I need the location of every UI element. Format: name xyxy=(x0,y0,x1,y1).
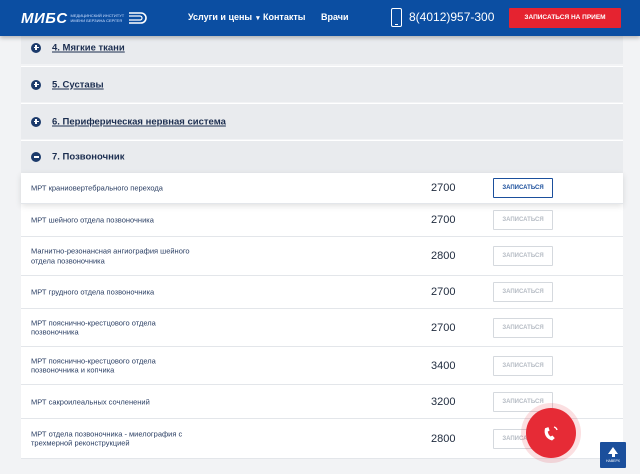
plus-circle-icon xyxy=(31,116,41,127)
service-price: 2700 xyxy=(431,182,456,194)
table-row: МРТ краниовертебрального перехода 2700 З… xyxy=(21,173,623,204)
service-name: МРТ пояснично-крестцового отдела позвоно… xyxy=(31,318,156,337)
service-price: 2700 xyxy=(431,214,456,226)
nav-contacts[interactable]: Контакты xyxy=(263,12,305,22)
logo-mark-icon xyxy=(129,12,147,24)
plus-circle-icon xyxy=(31,79,41,90)
service-name: МРТ шейного отдела позвоночника xyxy=(31,215,154,225)
chevron-down-icon: ▾ xyxy=(256,15,260,22)
service-price: 2800 xyxy=(431,250,456,262)
logo[interactable]: МИБС МЕДИЦИНСКИЙ ИНСТИТУТ имени БЕРЗИНА … xyxy=(21,7,149,29)
service-name: МРТ пояснично-крестцового отдела позвоно… xyxy=(31,356,156,375)
scroll-top-button[interactable]: НАВЕРХ xyxy=(600,442,626,468)
minus-circle-icon xyxy=(31,152,41,162)
table-row: МРТ пояснично-крестцового отдела позвоно… xyxy=(21,309,623,347)
callback-button[interactable] xyxy=(526,408,576,458)
phone-number[interactable]: 8(4012)957-300 xyxy=(409,10,494,24)
site-header: МИБС МЕДИЦИНСКИЙ ИНСТИТУТ имени БЕРЗИНА … xyxy=(0,0,640,36)
logo-subtitle: МЕДИЦИНСКИЙ ИНСТИТУТ имени БЕРЗИНА СЕРГЕ… xyxy=(70,13,125,23)
table-row: МРТ сакроилеальных сочленений 3200 ЗАПИС… xyxy=(21,385,623,419)
table-row: МРТ грудного отдела позвоночника 2700 ЗА… xyxy=(21,276,623,309)
scroll-top-label: НАВЕРХ xyxy=(605,459,621,463)
service-price: 2700 xyxy=(431,286,456,298)
accordion-joints[interactable]: 5. Суставы xyxy=(21,66,623,102)
book-button[interactable]: ЗАПИСАТЬСЯ xyxy=(493,178,553,198)
phone-icon xyxy=(391,8,402,27)
service-name: МРТ краниовертебрального перехода xyxy=(31,183,163,193)
accordion-title: 4. Мягкие ткани xyxy=(52,42,125,53)
service-name: МРТ грудного отдела позвоночника xyxy=(31,287,155,297)
book-appointment-button[interactable]: ЗАПИСАТЬСЯ НА ПРИЕМ xyxy=(509,8,621,28)
handset-icon xyxy=(544,426,558,441)
logo-text: МИБС xyxy=(21,9,68,27)
accordion-title: 5. Суставы xyxy=(52,79,104,90)
service-name: МРТ отдела позвоночника - миелография с … xyxy=(31,429,183,448)
accordion-title: 6. Периферическая нервная система xyxy=(52,116,226,127)
service-price: 2700 xyxy=(431,321,456,334)
service-price: 3200 xyxy=(431,395,456,408)
book-button[interactable]: ЗАПИСАТЬСЯ xyxy=(493,210,553,230)
accordion-spine[interactable]: 7. Позвоночник xyxy=(21,140,623,173)
accordion-title: 7. Позвоночник xyxy=(52,151,125,163)
service-name: Магнитно-резонансная ангиография шейного… xyxy=(31,246,190,266)
plus-circle-icon xyxy=(31,42,41,53)
table-row: МРТ пояснично-крестцового отдела позвоно… xyxy=(21,347,623,385)
service-price: 3400 xyxy=(431,359,456,372)
book-button[interactable]: ЗАПИСАТЬСЯ xyxy=(493,246,553,266)
table-row: МРТ шейного отдела позвоночника 2700 ЗАП… xyxy=(21,204,623,237)
nav-doctors[interactable]: Врачи xyxy=(321,12,349,22)
service-name: МРТ сакроилеальных сочленений xyxy=(31,396,150,406)
nav-services[interactable]: Услуги и цены ▾ xyxy=(188,12,260,22)
service-price: 2800 xyxy=(431,432,456,445)
book-button[interactable]: ЗАПИСАТЬСЯ xyxy=(493,355,553,376)
accordion-peripheral-nervous-system[interactable]: 6. Периферическая нервная система xyxy=(21,103,623,139)
book-button[interactable]: ЗАПИСАТЬСЯ xyxy=(493,282,553,302)
book-button[interactable]: ЗАПИСАТЬСЯ xyxy=(493,317,553,338)
table-row: Магнитно-резонансная ангиография шейного… xyxy=(21,237,623,276)
